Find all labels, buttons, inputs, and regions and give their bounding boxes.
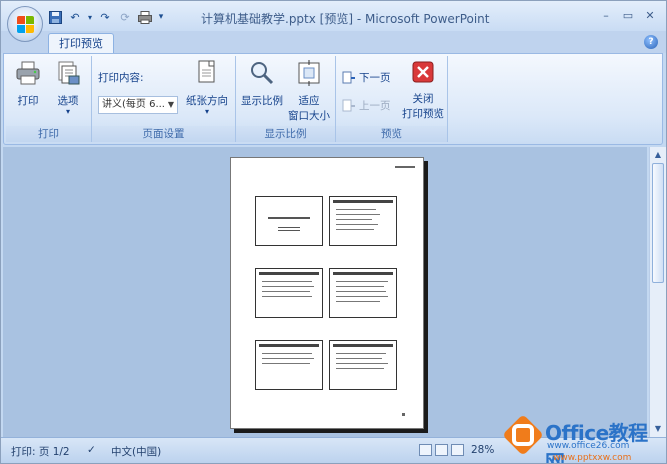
spell-check-icon[interactable]: ✓ xyxy=(87,444,96,456)
close-preview-line2: 打印预览 xyxy=(402,108,444,120)
options-button[interactable]: 选项 ▾ xyxy=(50,60,86,116)
preview-page xyxy=(230,157,424,429)
page-header-mark xyxy=(395,166,415,168)
undo-dropdown-icon[interactable]: ▾ xyxy=(87,9,93,25)
prev-page-label: 上一页 xyxy=(359,100,391,112)
ribbon-tabs: 打印预览 ? xyxy=(1,31,666,53)
group-label-page-setup: 页面设置 xyxy=(92,126,235,142)
office-logo-icon xyxy=(17,16,34,33)
group-label-print: 打印 xyxy=(6,126,91,142)
tab-print-preview[interactable]: 打印预览 xyxy=(48,33,114,53)
slide-thumbnail xyxy=(329,196,397,246)
scroll-thumb[interactable] xyxy=(652,163,664,283)
office-button[interactable] xyxy=(7,6,43,42)
preview-area[interactable] xyxy=(3,147,647,437)
maximize-button[interactable]: ▭ xyxy=(620,9,636,23)
page-status: 打印: 页 1/2 xyxy=(11,446,70,458)
watermark-logo: Office教程网 www.office26.com www.pptxxw.co… xyxy=(502,411,665,463)
close-button[interactable]: ✕ xyxy=(642,9,658,23)
chevron-down-icon: ▼ xyxy=(167,100,174,109)
vertical-scrollbar[interactable]: ▲ ▼ xyxy=(649,147,666,437)
ribbon: 打印 选项 ▾ 打印 打印内容: 讲义(每页 6... ▼ 纸张方向 ▾ 页面设… xyxy=(3,53,663,145)
group-label-zoom: 显示比例 xyxy=(236,126,335,142)
language-status[interactable]: 中文(中国) xyxy=(111,444,161,459)
slide-thumbnail xyxy=(329,340,397,390)
options-icon xyxy=(58,61,80,85)
normal-view-icon[interactable] xyxy=(419,444,432,456)
printer-icon xyxy=(16,61,40,85)
undo-icon[interactable]: ↶ xyxy=(67,9,83,25)
office-o-icon xyxy=(512,424,534,446)
slide-thumbnail xyxy=(329,268,397,318)
slide-thumbnail xyxy=(255,196,323,246)
group-zoom: 显示比例 适应 窗口大小 显示比例 xyxy=(236,56,336,142)
print-label: 打印 xyxy=(17,95,39,107)
orientation-dropdown-icon: ▾ xyxy=(204,107,209,116)
title-bar: ↶ ▾ ↷ ⟳ ▾ 计算机基础教学.pptx [预览] - Microsoft … xyxy=(1,1,666,31)
zoom-label: 显示比例 xyxy=(241,95,283,107)
prev-page-button[interactable]: 上一页 xyxy=(342,98,391,113)
next-page-icon xyxy=(342,71,355,83)
zoom-button[interactable]: 显示比例 xyxy=(238,60,286,108)
page-orientation-icon xyxy=(198,60,215,83)
options-label: 选项 xyxy=(57,95,79,107)
minimize-button[interactable]: – xyxy=(598,9,614,23)
customize-qat-icon[interactable]: ▾ xyxy=(157,9,165,25)
print-icon[interactable] xyxy=(137,9,153,25)
print-button[interactable]: 打印 xyxy=(10,60,46,108)
scroll-up-icon[interactable]: ▲ xyxy=(652,149,664,161)
next-page-button[interactable]: 下一页 xyxy=(342,70,391,85)
print-what-value: 讲义(每页 6... xyxy=(102,99,165,110)
slide-thumbnail xyxy=(255,340,323,390)
watermark-url: www.office26.com xyxy=(547,441,630,451)
orientation-button[interactable]: 纸张方向 ▾ xyxy=(184,60,230,116)
next-page-label: 下一页 xyxy=(359,72,391,84)
repeat-icon[interactable]: ⟳ xyxy=(117,9,133,25)
page-number-mark xyxy=(402,413,405,416)
fit-label-line2: 窗口大小 xyxy=(288,110,330,122)
group-label-preview: 预览 xyxy=(336,126,447,142)
zoom-level[interactable]: 28% xyxy=(471,444,494,456)
group-preview: 下一页 上一页 关闭 打印预览 预览 xyxy=(336,56,448,142)
prev-page-icon xyxy=(342,99,355,111)
group-page-setup: 打印内容: 讲义(每页 6... ▼ 纸张方向 ▾ 页面设置 xyxy=(92,56,236,142)
powerpoint-window: ↶ ▾ ↷ ⟳ ▾ 计算机基础教学.pptx [预览] - Microsoft … xyxy=(0,0,667,464)
redo-icon[interactable]: ↷ xyxy=(97,9,113,25)
fit-to-window-button[interactable]: 适应 窗口大小 xyxy=(284,60,334,123)
slideshow-view-icon[interactable] xyxy=(451,444,464,456)
help-icon[interactable]: ? xyxy=(644,35,658,49)
magnifier-icon xyxy=(251,62,274,85)
fit-label-line1: 适应 xyxy=(298,95,320,107)
window-title: 计算机基础教学.pptx [预览] - Microsoft PowerPoint xyxy=(201,12,490,26)
print-what-select[interactable]: 讲义(每页 6... ▼ xyxy=(98,96,178,114)
save-icon[interactable] xyxy=(47,9,63,25)
close-print-preview-button[interactable]: 关闭 打印预览 xyxy=(400,60,446,121)
watermark-url-2: www.pptxxw.com xyxy=(553,453,632,463)
slide-thumbnail xyxy=(255,268,323,318)
print-what-label: 打印内容: xyxy=(98,72,144,84)
group-print: 打印 选项 ▾ 打印 xyxy=(6,56,92,142)
close-preview-line1: 关闭 xyxy=(412,93,434,105)
fit-window-icon xyxy=(298,60,320,86)
close-preview-icon xyxy=(412,61,434,83)
quick-access-toolbar: ↶ ▾ ↷ ⟳ ▾ xyxy=(47,9,165,25)
orientation-label: 纸张方向 xyxy=(186,95,228,107)
options-dropdown-icon: ▾ xyxy=(65,107,70,116)
slide-sorter-view-icon[interactable] xyxy=(435,444,448,456)
